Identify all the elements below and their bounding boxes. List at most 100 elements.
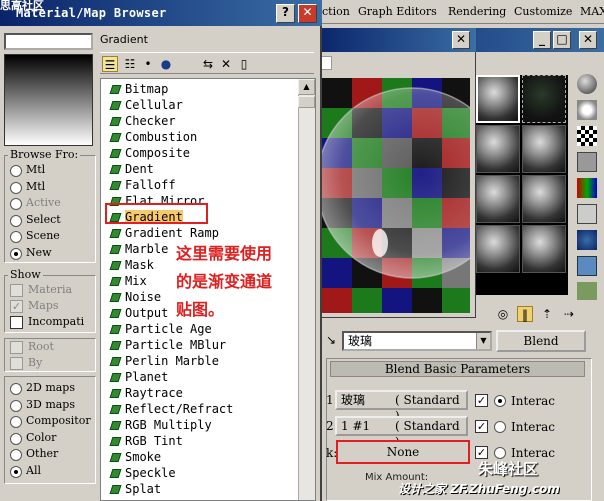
map-list-item[interactable]: Gradient Ramp: [109, 225, 233, 241]
video-color-check-icon[interactable]: [577, 178, 597, 198]
map-list-item[interactable]: Perlin Marble: [109, 353, 233, 369]
checker-cell: [322, 78, 352, 108]
map-list-item[interactable]: Particle MBlur: [109, 337, 233, 353]
backlight-icon[interactable]: [577, 100, 597, 120]
root-checkbox[interactable]: [10, 357, 23, 370]
update-scene-materials-icon[interactable]: ⇆: [200, 56, 216, 72]
show-checkbox[interactable]: ✓: [10, 300, 23, 313]
show-checkbox[interactable]: [10, 316, 23, 329]
make-preview-icon[interactable]: [577, 204, 597, 224]
go-forward-icon[interactable]: ⇢: [561, 306, 577, 322]
map-filter-radio[interactable]: [10, 399, 22, 412]
show-checkbox[interactable]: [10, 284, 23, 297]
close-icon[interactable]: ✕: [298, 4, 317, 23]
menu-item-action[interactable]: ction: [322, 5, 350, 18]
map-name-field[interactable]: [4, 33, 93, 50]
list-view-icon[interactable]: ☰: [102, 56, 118, 72]
show-map-icon[interactable]: ‖: [517, 306, 533, 322]
go-to-parent-icon[interactable]: ⇡: [539, 306, 555, 322]
map-type-icon: [109, 405, 122, 414]
map-list-item[interactable]: Speckle: [109, 465, 233, 481]
select-by-material-icon[interactable]: [577, 256, 597, 276]
scroll-up-icon[interactable]: ▲: [298, 79, 315, 95]
large-icons-view-icon[interactable]: ●: [158, 56, 174, 72]
maximize-icon[interactable]: □: [553, 31, 571, 49]
sample-slot[interactable]: [522, 225, 566, 273]
clear-library-icon[interactable]: ▯: [236, 56, 252, 72]
small-icons-view-icon[interactable]: •: [140, 56, 156, 72]
sample-slot[interactable]: [476, 175, 520, 223]
uv-tiling-icon[interactable]: [577, 152, 597, 172]
close-icon[interactable]: ✕: [452, 31, 470, 49]
material-2-enable-checkbox[interactable]: ✓: [475, 420, 488, 433]
sample-slot[interactable]: [522, 75, 566, 123]
chevron-down-icon[interactable]: ▼: [476, 333, 490, 349]
map-list-item[interactable]: Checker: [109, 113, 233, 129]
material-1-button[interactable]: 玻璃 ( Standard ): [335, 390, 468, 423]
map-list-item[interactable]: Composite: [109, 145, 233, 161]
map-filter-radio[interactable]: [10, 383, 22, 395]
browse-from-radio[interactable]: [10, 165, 22, 177]
map-filter-option-label: 2D maps: [26, 381, 75, 394]
sample-slot[interactable]: [476, 125, 520, 173]
root-checkbox[interactable]: [10, 341, 23, 354]
delete-icon[interactable]: ✕: [218, 56, 234, 72]
map-type-icon: [109, 101, 122, 110]
map-list-item[interactable]: Bitmap: [109, 81, 233, 97]
scroll-thumb[interactable]: [298, 96, 315, 108]
list-icons-view-icon[interactable]: ☷: [122, 56, 138, 72]
menu-item-customize[interactable]: Customize: [514, 5, 572, 18]
rollout-title[interactable]: Blend Basic Parameters: [330, 361, 585, 377]
map-list-item[interactable]: Raytrace: [109, 385, 233, 401]
close-icon[interactable]: ✕: [579, 31, 597, 49]
mask-map-button[interactable]: None: [336, 440, 470, 464]
sample-slot[interactable]: [476, 225, 520, 273]
material-2-interactive-radio[interactable]: [494, 421, 506, 433]
background-icon[interactable]: [577, 126, 597, 146]
minimize-icon[interactable]: _: [533, 31, 551, 49]
map-type-icon: [109, 293, 122, 302]
sample-slot[interactable]: [522, 125, 566, 173]
sample-type-icon[interactable]: [577, 74, 597, 94]
map-list-item[interactable]: Cellular: [109, 97, 233, 113]
map-filter-radio[interactable]: [10, 432, 22, 445]
browse-from-radio[interactable]: [10, 198, 22, 210]
material-1-enable-checkbox[interactable]: ✓: [475, 394, 488, 407]
menu-item-graph-editors[interactable]: Graph Editors: [358, 5, 437, 18]
browse-from-radio[interactable]: [10, 231, 22, 243]
menu-item-rendering[interactable]: Rendering: [448, 5, 506, 18]
map-list-item[interactable]: Splat: [109, 481, 233, 497]
map-list-item[interactable]: Reflect/Refract: [109, 401, 233, 417]
map-filter-radio[interactable]: [10, 465, 22, 478]
map-type-icon: [109, 325, 122, 334]
map-list-item[interactable]: Falloff: [109, 177, 233, 193]
sample-slot[interactable]: [522, 175, 566, 223]
browse-from-option-label: Scene: [26, 229, 60, 242]
material-name-field[interactable]: 玻璃 ▼: [342, 331, 492, 351]
sample-slot[interactable]: [476, 75, 520, 123]
map-list-item[interactable]: Dent: [109, 161, 233, 177]
map-filter-option-label: All: [26, 463, 41, 477]
material-1-interactive-radio[interactable]: [494, 395, 506, 407]
material-type-button[interactable]: Blend: [496, 330, 586, 352]
pick-material-icon[interactable]: ↘: [326, 333, 336, 347]
show-option-label: Materia: [28, 283, 73, 296]
map-list-item[interactable]: RGB Tint: [109, 433, 233, 449]
browse-from-radio[interactable]: [10, 214, 22, 227]
material-2-button[interactable]: 1 #1 ( Standard ): [335, 416, 468, 449]
map-filter-radio[interactable]: [10, 416, 22, 428]
browse-from-radio[interactable]: [10, 247, 22, 260]
map-filter-radio[interactable]: [10, 449, 22, 461]
get-material-icon[interactable]: ◎: [495, 306, 511, 322]
browse-from-radio[interactable]: [10, 181, 22, 194]
sample-slots: [476, 75, 568, 295]
help-icon[interactable]: ?: [276, 4, 295, 23]
map-list-item[interactable]: RGB Multiply: [109, 417, 233, 433]
map-navigator-icon[interactable]: [577, 282, 597, 302]
map-list-item[interactable]: Smoke: [109, 449, 233, 465]
map-list-item[interactable]: Combustion: [109, 129, 233, 145]
map-filter-option-label: 3D maps: [26, 397, 75, 411]
map-list-item[interactable]: Planet: [109, 369, 233, 385]
options-icon[interactable]: [577, 230, 597, 250]
menu-item-maxscript[interactable]: MAXS: [580, 5, 604, 18]
